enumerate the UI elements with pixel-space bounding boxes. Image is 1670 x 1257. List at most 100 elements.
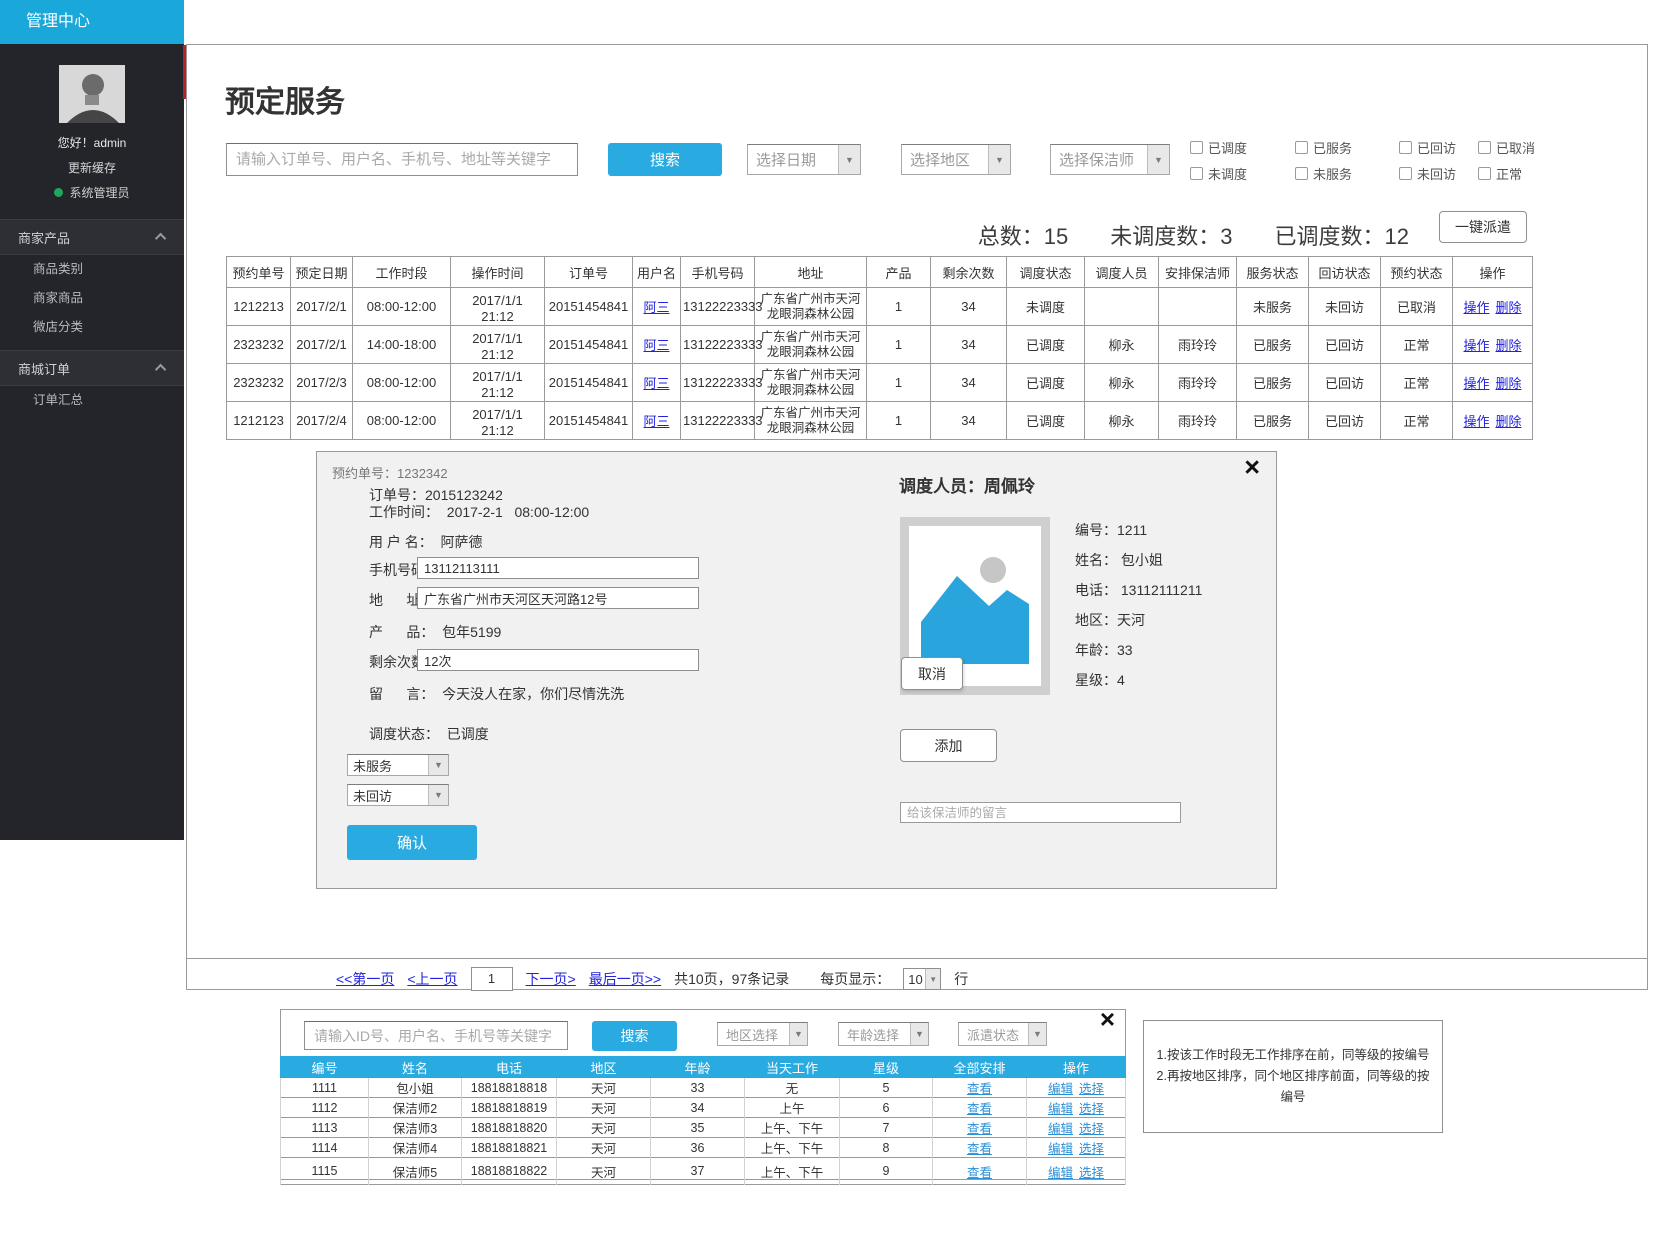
remaining-field[interactable] — [417, 649, 699, 671]
table-cell: 20151454841 — [545, 364, 633, 402]
cancel-button[interactable]: 取消 — [901, 657, 963, 690]
first-page-link[interactable]: <<第一页 — [336, 969, 394, 989]
close-icon[interactable]: × — [1244, 454, 1260, 481]
table-link[interactable]: 选择 — [1079, 1122, 1104, 1136]
service-status-select[interactable]: 未服务 ▼ — [347, 754, 449, 776]
checkbox-label: 未回访 — [1417, 164, 1456, 183]
checkbox-label: 正常 — [1496, 164, 1522, 183]
table-cell: 1112 — [281, 1098, 369, 1118]
one-key-dispatch-button[interactable]: 一键派遣 — [1439, 211, 1527, 243]
table-link[interactable]: 阿三 — [643, 376, 669, 391]
table-link[interactable]: 编辑 — [1048, 1102, 1073, 1116]
column-header: 服务状态 — [1237, 257, 1309, 288]
table-link[interactable]: 查看 — [967, 1082, 992, 1096]
phone-field[interactable] — [417, 557, 699, 579]
table-link[interactable]: 阿三 — [643, 338, 669, 353]
sidebar-section-orders[interactable]: 商城订单 — [0, 350, 184, 386]
refresh-cache-link[interactable]: 更新缓存 — [0, 159, 184, 176]
popup-region-select[interactable]: 地区选择 ▼ — [717, 1022, 808, 1046]
booking-no: 预约单号：1232342 — [332, 463, 448, 482]
divider — [187, 958, 1647, 959]
sidebar-item-order-summary[interactable]: 订单汇总 — [0, 386, 184, 415]
checkbox-normal[interactable] — [1478, 167, 1491, 180]
per-page-select[interactable]: 10 ▼ — [903, 968, 941, 990]
table-link[interactable]: 操作 — [1463, 376, 1489, 391]
table-link[interactable]: 操作 — [1463, 338, 1489, 353]
confirm-button[interactable]: 确认 — [347, 825, 477, 860]
sidebar-section-products[interactable]: 商家产品 — [0, 219, 184, 255]
cleaner-select[interactable]: 选择保洁师 ▼ — [1050, 144, 1170, 175]
table-link[interactable]: 选择 — [1079, 1166, 1104, 1180]
table-cell: 2017/1/1 21:12 — [451, 288, 545, 326]
table-link[interactable]: 删除 — [1496, 414, 1522, 429]
table-link[interactable]: 阿三 — [643, 300, 669, 315]
region-select[interactable]: 选择地区 ▼ — [901, 144, 1011, 175]
checkbox-unscheduled[interactable] — [1190, 167, 1203, 180]
table-cell: 18818818819 — [462, 1098, 557, 1118]
column-header: 姓名 — [369, 1057, 462, 1078]
search-button[interactable]: 搜索 — [608, 143, 722, 176]
table-link[interactable]: 查看 — [967, 1102, 992, 1116]
checkbox-unvisited[interactable] — [1399, 167, 1412, 180]
table-link[interactable]: 查看 — [967, 1122, 992, 1136]
table-link[interactable]: 操作 — [1463, 414, 1489, 429]
product: 产 品： 包年5199 — [369, 622, 501, 642]
sidebar-item-microstore-category[interactable]: 微店分类 — [0, 313, 184, 342]
table-link[interactable]: 删除 — [1496, 376, 1522, 391]
table-cell: 1212213 — [227, 288, 291, 326]
close-icon[interactable]: × — [1100, 1004, 1115, 1035]
column-header: 操作 — [1453, 257, 1533, 288]
table-link[interactable]: 删除 — [1496, 338, 1522, 353]
orders-table: 预约单号预定日期工作时段操作时间订单号用户名手机号码地址产品剩余次数调度状态调度… — [226, 256, 1533, 440]
checkbox-unserved[interactable] — [1295, 167, 1308, 180]
add-button[interactable]: 添加 — [900, 729, 997, 762]
cleaner-search-input[interactable] — [304, 1021, 568, 1050]
address-field[interactable] — [417, 587, 699, 609]
table-cell: 34 — [931, 402, 1007, 440]
table-link[interactable]: 操作 — [1463, 300, 1489, 315]
prev-page-link[interactable]: <上一页 — [407, 969, 457, 989]
cleaner-search-button[interactable]: 搜索 — [592, 1021, 677, 1051]
checkbox-scheduled[interactable] — [1190, 141, 1203, 154]
table-link[interactable]: 选择 — [1079, 1082, 1104, 1096]
next-page-link[interactable]: 下一页> — [526, 969, 576, 989]
table-cell: 天河 — [557, 1138, 651, 1158]
date-select[interactable]: 选择日期 ▼ — [747, 144, 861, 175]
table-cell: 广东省广州市天河龙眼洞森林公园 — [755, 326, 867, 364]
search-input[interactable] — [226, 143, 578, 176]
popup-age-select[interactable]: 年龄选择 ▼ — [838, 1022, 929, 1046]
chevron-down-icon: ▼ — [428, 785, 448, 805]
table-cell — [1085, 288, 1159, 326]
table-link[interactable]: 编辑 — [1048, 1122, 1073, 1136]
table-link[interactable]: 阿三 — [643, 414, 669, 429]
column-header: 产品 — [867, 257, 931, 288]
user-role-label: 系统管理员 — [69, 184, 129, 201]
visit-status-select[interactable]: 未回访 ▼ — [347, 784, 449, 806]
checkbox-visited[interactable] — [1399, 141, 1412, 154]
checkbox-served[interactable] — [1295, 141, 1308, 154]
checkbox-cancelled[interactable] — [1478, 141, 1491, 154]
table-link[interactable]: 编辑 — [1048, 1082, 1073, 1096]
popup-dispatch-select[interactable]: 派遣状态 ▼ — [958, 1022, 1047, 1046]
table-cell: 阿三 — [633, 288, 681, 326]
sidebar-item-merchant-goods[interactable]: 商家商品 — [0, 284, 184, 313]
table-cell: 广东省广州市天河龙眼洞森林公园 — [755, 288, 867, 326]
table-link[interactable]: 编辑 — [1048, 1142, 1073, 1156]
table-link[interactable]: 选择 — [1079, 1142, 1104, 1156]
last-page-link[interactable]: 最后一页>> — [589, 969, 661, 989]
page-number-input[interactable]: 1 — [471, 967, 513, 991]
table-cell: 上午、下午 — [745, 1158, 840, 1185]
table-cell: 34 — [931, 364, 1007, 402]
table-link[interactable]: 编辑 — [1048, 1166, 1073, 1180]
cleaner-message-input[interactable] — [900, 802, 1181, 823]
table-link[interactable]: 查看 — [967, 1142, 992, 1156]
table-cell: 阿三 — [633, 364, 681, 402]
table-link[interactable]: 选择 — [1079, 1102, 1104, 1116]
table-cell: 2017/2/1 — [291, 288, 353, 326]
table-cell: 1113 — [281, 1118, 369, 1138]
table-link[interactable]: 删除 — [1496, 300, 1522, 315]
sidebar-item-product-category[interactable]: 商品类别 — [0, 255, 184, 284]
app-title: 管理中心 — [0, 0, 184, 44]
table-link[interactable]: 查看 — [967, 1166, 992, 1180]
table-cell: 08:00-12:00 — [353, 288, 451, 326]
